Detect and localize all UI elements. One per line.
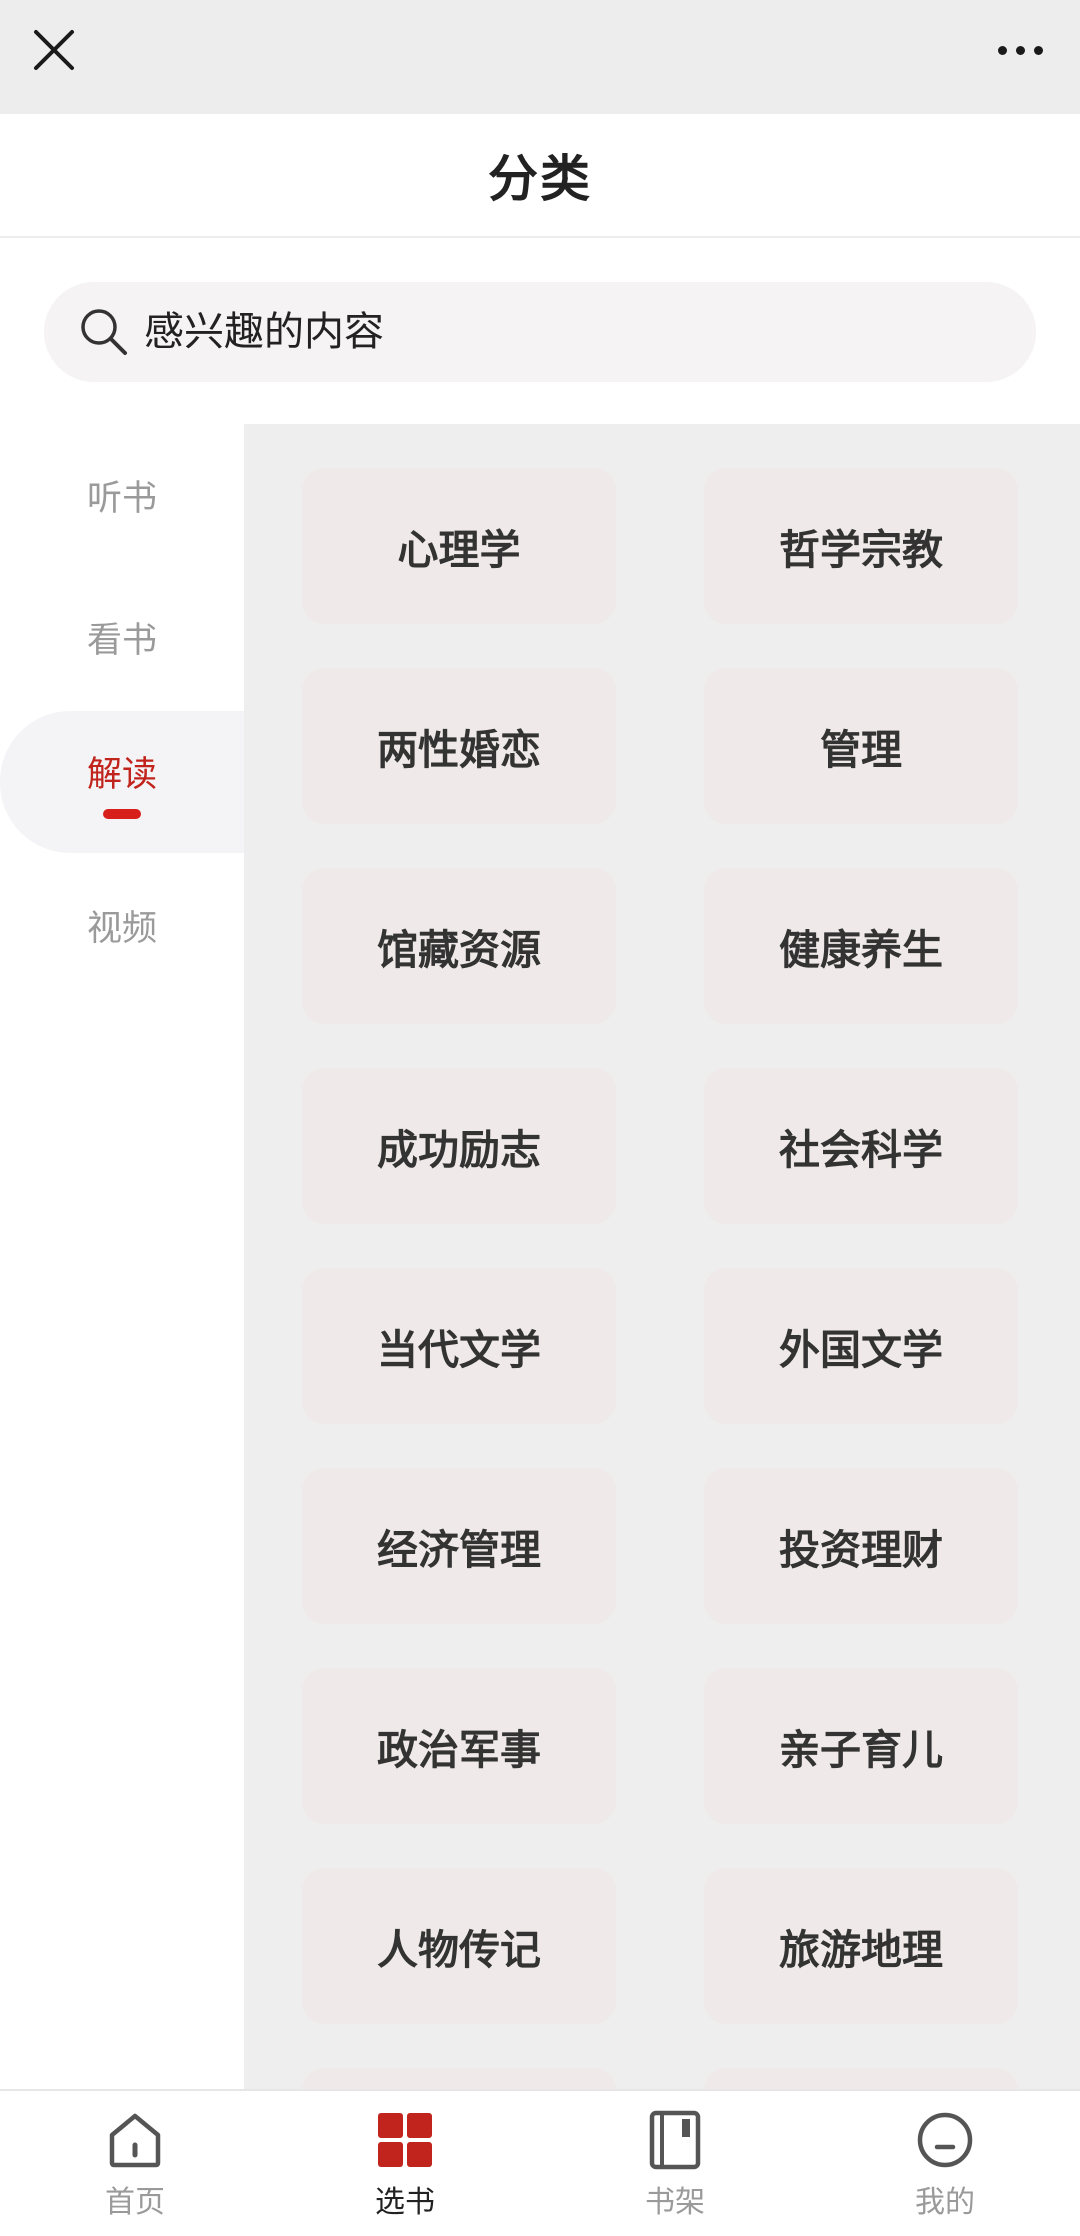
sidebar-item-label: 听书 — [86, 478, 157, 519]
profile-icon — [917, 2112, 973, 2168]
nav-choose-book[interactable]: 选书 — [270, 2091, 540, 2236]
page-title: 分类 — [488, 150, 592, 208]
search-bar[interactable] — [44, 282, 1036, 382]
category-panel: 心理学 哲学宗教 两性婚恋 管理 馆藏资源 健康养生 成功励志 社会科学 当代文… — [244, 424, 1080, 2089]
more-dot — [1015, 45, 1025, 55]
more-dot — [997, 45, 1007, 55]
sidebar-item-listen[interactable]: 听书 — [0, 424, 244, 566]
home-icon — [109, 2113, 161, 2168]
sidebar-item-read[interactable]: 看书 — [0, 566, 244, 708]
category-button[interactable]: 健康养生 — [704, 868, 1018, 1024]
active-indicator — [103, 808, 141, 819]
title-bar: 分类 — [0, 114, 1080, 238]
nav-label: 首页 — [105, 2185, 165, 2220]
close-icon — [34, 30, 74, 70]
nav-bookshelf[interactable]: 书架 — [540, 2091, 810, 2236]
category-button[interactable]: 当代文学 — [302, 1268, 616, 1424]
category-button[interactable]: 旅游地理 — [704, 1868, 1018, 2024]
sidebar-item-video[interactable]: 视频 — [0, 854, 244, 996]
category-button[interactable]: 社会科学 — [704, 1068, 1018, 1224]
bookshelf-icon — [649, 2110, 701, 2170]
sidebar-item-interpret[interactable]: 解读 — [0, 711, 244, 853]
sidebar: 听书 看书 解读 视频 — [0, 424, 244, 2089]
sidebar-item-label: 解读 — [86, 754, 157, 795]
search-icon — [81, 309, 127, 355]
category-button[interactable]: 两性婚恋 — [302, 668, 616, 824]
nav-label: 选书 — [375, 2185, 435, 2220]
more-options-button[interactable] — [980, 26, 1060, 74]
sidebar-item-label: 看书 — [86, 620, 157, 661]
top-bar — [0, 0, 1080, 114]
bottom-nav: 首页 选书 书架 我的 — [0, 2089, 1080, 2236]
category-grid: 心理学 哲学宗教 两性婚恋 管理 馆藏资源 健康养生 成功励志 社会科学 当代文… — [302, 468, 1024, 2089]
grid-icon — [378, 2113, 432, 2167]
more-dot — [1033, 45, 1043, 55]
category-button[interactable]: 亲子育儿 — [704, 1668, 1018, 1824]
search-input[interactable] — [142, 308, 966, 356]
nav-home[interactable]: 首页 — [0, 2091, 270, 2236]
category-button[interactable]: 心理学 — [302, 468, 616, 624]
category-button[interactable]: 经济管理 — [302, 1468, 616, 1624]
category-button[interactable]: 馆藏资源 — [302, 868, 616, 1024]
sidebar-item-label: 视频 — [86, 908, 157, 949]
category-button[interactable]: 政治军事 — [302, 1668, 616, 1824]
close-button[interactable] — [30, 26, 78, 74]
category-button[interactable]: 投资理财 — [704, 1468, 1018, 1624]
category-button[interactable]: 哲学宗教 — [704, 468, 1018, 624]
category-button[interactable] — [302, 2068, 616, 2089]
category-button[interactable]: 管理 — [704, 668, 1018, 824]
category-button[interactable]: 人物传记 — [302, 1868, 616, 2024]
category-button[interactable] — [704, 2068, 1018, 2089]
nav-profile[interactable]: 我的 — [810, 2091, 1080, 2236]
category-button[interactable]: 外国文学 — [704, 1268, 1018, 1424]
category-button[interactable]: 成功励志 — [302, 1068, 616, 1224]
nav-label: 书架 — [645, 2185, 705, 2220]
nav-label: 我的 — [915, 2185, 975, 2220]
